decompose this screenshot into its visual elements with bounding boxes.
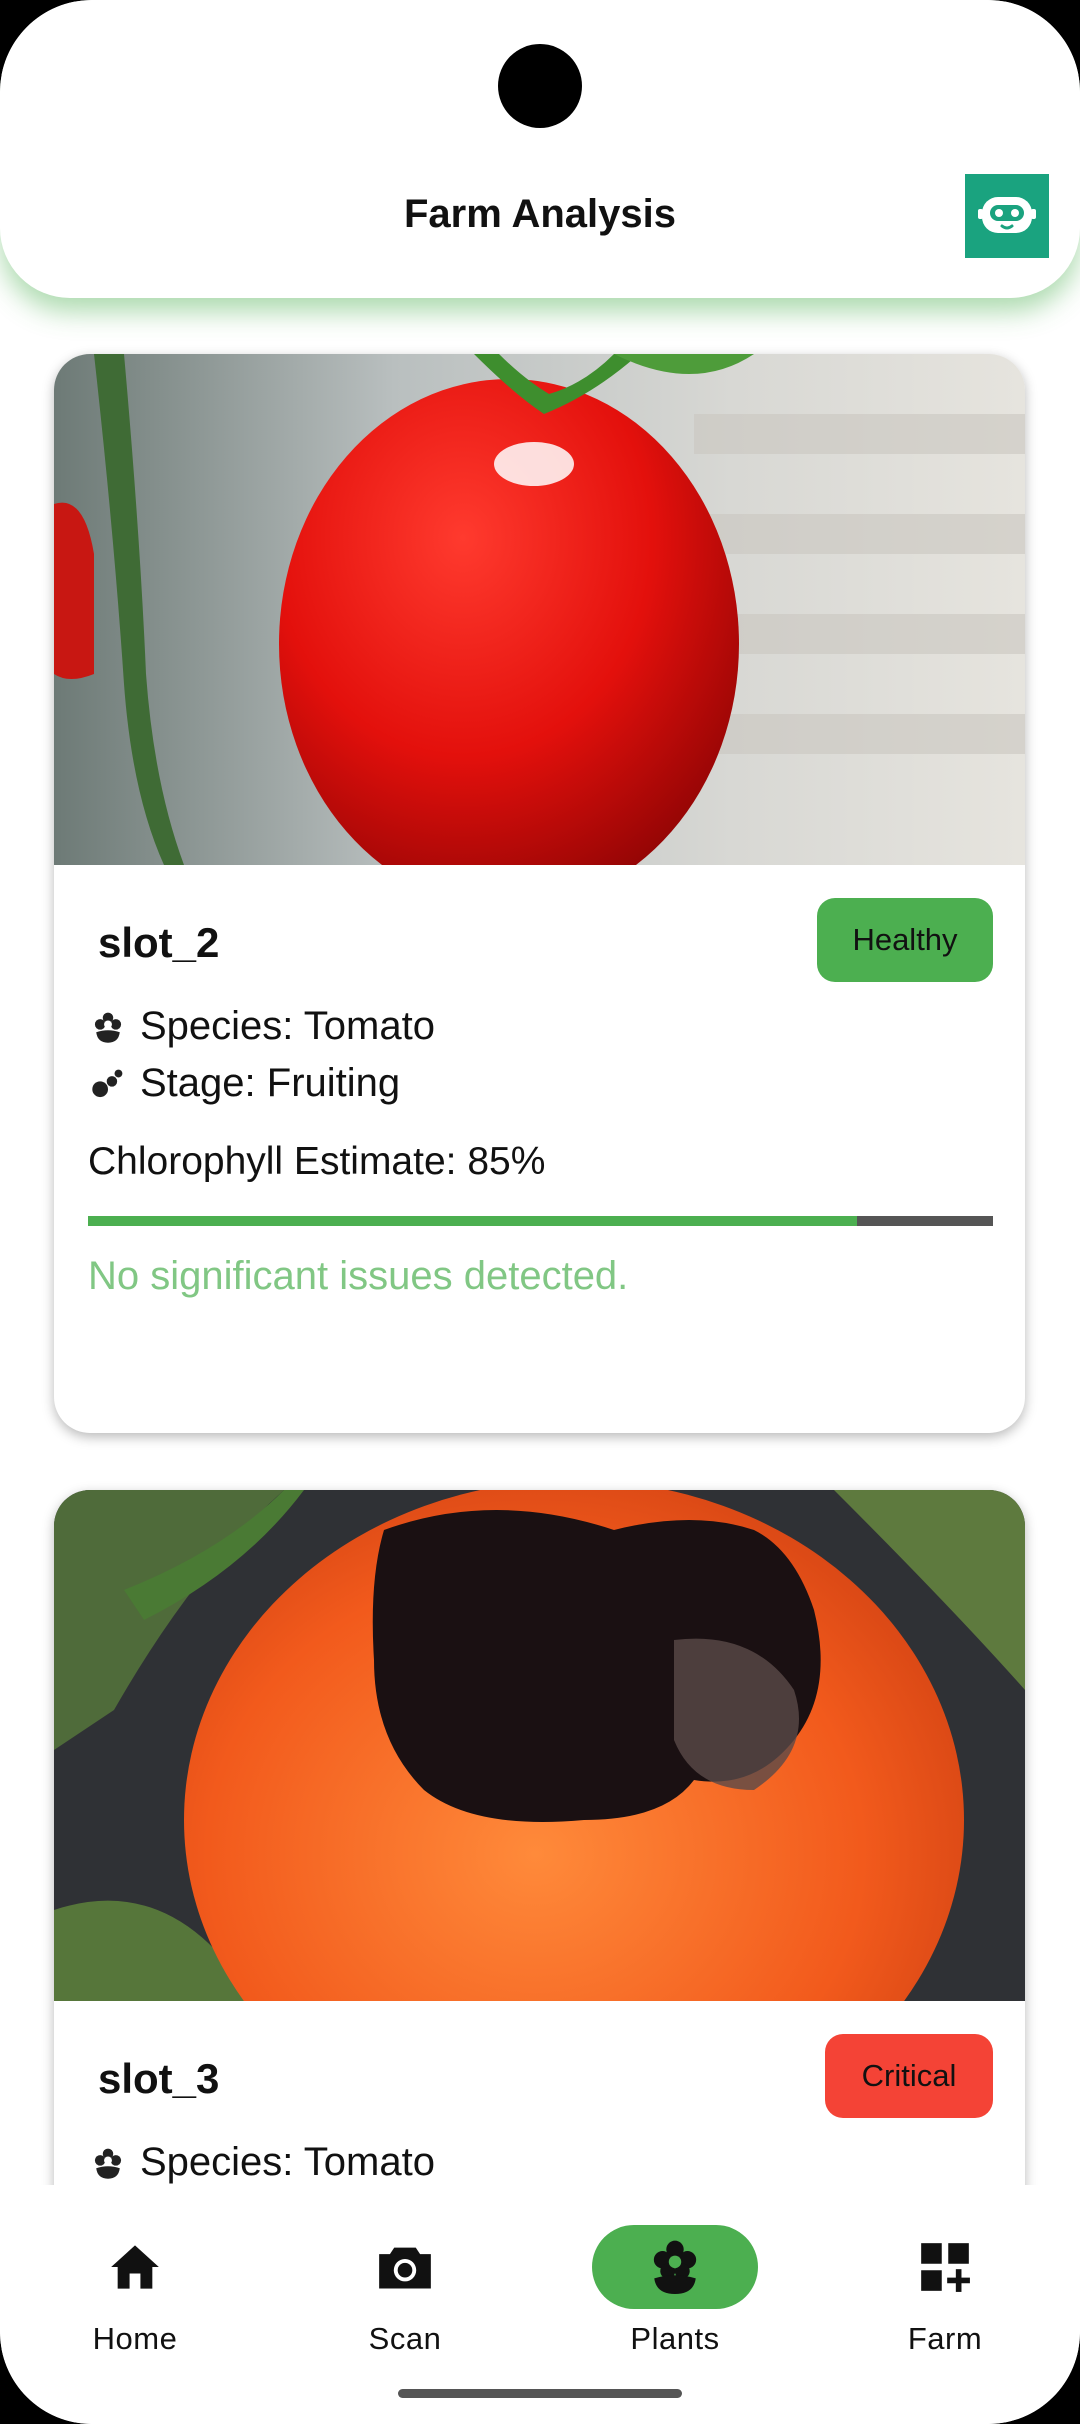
home-indicator[interactable]: [398, 2389, 682, 2398]
species-label: Species: Tomato: [140, 2140, 435, 2184]
nav-item-farm[interactable]: Farm: [810, 2185, 1080, 2385]
slot-name: slot_3: [98, 2055, 220, 2102]
nav-item-home[interactable]: Home: [0, 2185, 270, 2385]
plant-photo: [54, 1490, 1025, 2001]
flower-icon: [592, 2225, 758, 2309]
app-header: Farm Analysis: [0, 0, 1080, 298]
flower-icon: [88, 2143, 128, 2183]
nav-label-farm: Farm: [907, 2321, 983, 2356]
slot-name: slot_2: [98, 919, 220, 966]
assistant-button[interactable]: [965, 174, 1049, 258]
status-badge: Healthy: [817, 898, 993, 982]
seedling-icon: [88, 1064, 128, 1104]
camera-icon: [322, 2225, 488, 2309]
species-row: Species: Tomato: [88, 1004, 435, 1049]
species-row: Species: Tomato: [88, 2140, 435, 2185]
flower-icon: [88, 1007, 128, 1047]
plant-list[interactable]: slot_2 Healthy Species: Tomato Stage: Fr…: [0, 298, 1080, 2185]
nav-label-home: Home: [92, 2321, 178, 2356]
camera-cutout: [498, 44, 582, 128]
species-label: Species: Tomato: [140, 1004, 435, 1048]
robot-icon: [978, 197, 1036, 233]
nav-item-scan[interactable]: Scan: [270, 2185, 540, 2385]
chlorophyll-progress-fill: [88, 1216, 858, 1226]
home-icon: [52, 2225, 218, 2309]
plant-card[interactable]: slot_3 Critical Species: Tomato: [54, 1490, 1025, 2185]
plant-photo: [54, 354, 1025, 865]
app-screen: Farm Analysis slot_2 Healthy Species: To…: [0, 0, 1080, 2424]
page-title: Farm Analysis: [404, 192, 676, 236]
stage-row: Stage: Fruiting: [88, 1061, 400, 1106]
nav-item-plants[interactable]: Plants: [540, 2185, 810, 2385]
grid-add-icon: [862, 2225, 1028, 2309]
stage-label: Stage: Fruiting: [140, 1061, 401, 1105]
nav-label-scan: Scan: [368, 2321, 442, 2356]
analysis-message: No significant issues detected.: [88, 1254, 629, 1298]
plant-card[interactable]: slot_2 Healthy Species: Tomato Stage: Fr…: [54, 354, 1025, 1433]
nav-label-plants: Plants: [630, 2321, 720, 2356]
chlorophyll-progress-bar: [88, 1216, 993, 1226]
chlorophyll-label: Chlorophyll Estimate: 85%: [88, 1140, 546, 1183]
status-badge: Critical: [825, 2034, 993, 2118]
